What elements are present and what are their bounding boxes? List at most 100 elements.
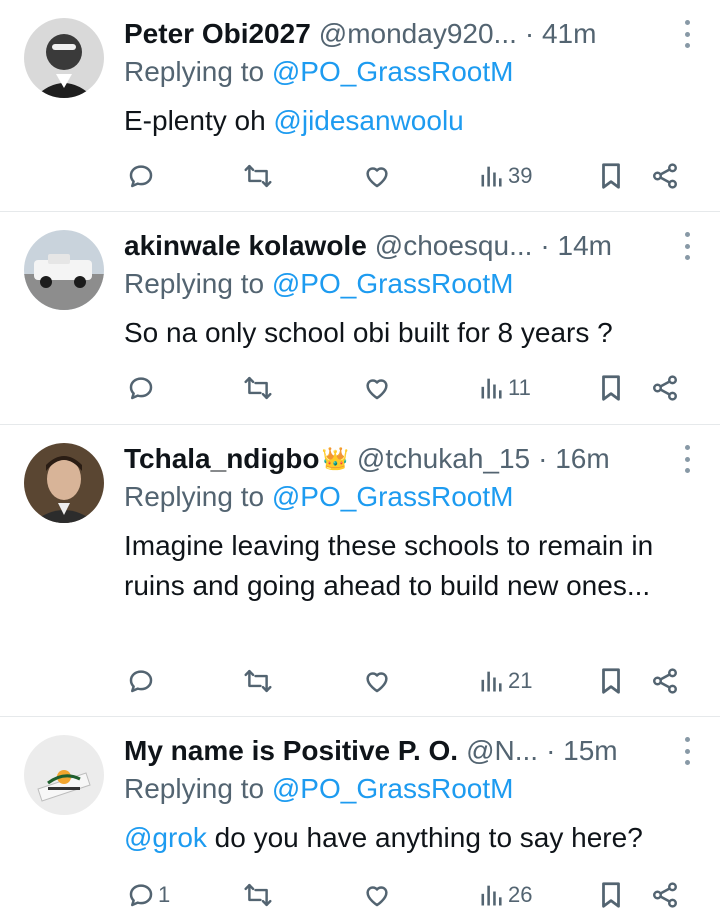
reply-icon [126,161,156,191]
retweet-button[interactable] [242,368,274,408]
views-icon [478,374,506,402]
author-name[interactable]: My name is Positive P. O. [124,735,458,767]
retweet-icon [242,666,274,696]
share-button[interactable] [650,368,680,408]
reply-icon [126,880,156,910]
bookmark-icon [598,880,624,910]
reply-text: Imagine leaving these schools to remain … [124,530,654,601]
action-bar: 39 [124,156,690,196]
replying-to: Replying to @PO_GrassRootM [124,268,513,300]
avatar[interactable] [24,230,104,310]
retweet-icon [242,161,274,191]
avatar[interactable] [24,443,104,523]
heart-icon [362,161,392,191]
share-icon [650,373,680,403]
more-icon[interactable] [680,445,694,473]
timestamp[interactable]: · 14m [540,230,612,262]
reply-item[interactable]: akinwale kolawole @choesqu... · 14m Repl… [0,212,720,425]
mention-link[interactable]: @grok [124,822,207,853]
reply-text-part: do you have anything to say here? [206,822,643,853]
author-handle[interactable]: @N... [466,735,538,767]
replying-prefix: Replying to [124,56,265,87]
author-handle[interactable]: @monday920... [319,18,517,50]
like-button[interactable] [362,661,392,701]
timestamp[interactable]: · 41m [525,18,597,50]
replying-to: Replying to @PO_GrassRootM [124,481,513,513]
views-icon [478,881,506,909]
reply-item[interactable]: My name is Positive P. O. @N... · 15m Re… [0,717,720,914]
reply-button[interactable]: 1 [126,875,170,915]
replying-to-link[interactable]: @PO_GrassRootM [272,56,514,87]
action-bar: 11 [124,368,690,408]
reply-text: @grok do you have anything to say here? [124,818,690,858]
views-count: 39 [508,163,533,188]
reply-text: E-plenty oh @jidesanwoolu [124,101,690,141]
replying-prefix: Replying to [124,268,265,299]
heart-icon [362,373,392,403]
retweet-button[interactable] [242,661,274,701]
author-name[interactable]: Peter Obi2027 [124,18,311,50]
replying-to: Replying to @PO_GrassRootM [124,56,513,88]
author-handle[interactable]: @tchukah_15 [357,443,530,475]
bookmark-icon [598,373,624,403]
author-handle[interactable]: @choesqu... [375,230,533,262]
reply-button[interactable] [126,368,156,408]
retweet-button[interactable] [242,156,274,196]
views-button[interactable]: 26 [478,875,532,915]
heart-icon [362,880,392,910]
share-icon [650,880,680,910]
replying-to-link[interactable]: @PO_GrassRootM [272,481,514,512]
bookmark-icon [598,161,624,191]
bookmark-button[interactable] [598,661,624,701]
share-button[interactable] [650,661,680,701]
replying-prefix: Replying to [124,481,265,512]
bookmark-icon [598,666,624,696]
retweet-icon [242,880,274,910]
more-icon[interactable] [680,737,694,765]
mention-link[interactable]: @jidesanwoolu [273,105,463,136]
bookmark-button[interactable] [598,368,624,408]
timestamp[interactable]: · 15m [546,735,618,767]
reply-text: So na only school obi built for 8 years … [124,317,613,348]
share-button[interactable] [650,156,680,196]
replying-prefix: Replying to [124,773,265,804]
views-button[interactable]: 39 [478,156,532,196]
action-bar: 1 26 [124,875,690,915]
author-name[interactable]: Tchala_ndigbo [124,443,320,475]
timestamp[interactable]: · 16m [538,443,610,475]
views-count: 26 [508,882,533,907]
retweet-icon [242,373,274,403]
like-button[interactable] [362,368,392,408]
crown-icon: 👑 [321,446,349,471]
action-bar: 21 [124,661,690,701]
retweet-button[interactable] [242,875,274,915]
like-button[interactable] [362,156,392,196]
avatar[interactable] [24,735,104,815]
share-icon [650,666,680,696]
views-count: 21 [508,668,533,693]
more-icon[interactable] [680,20,694,48]
reply-count: 1 [158,882,171,907]
views-button[interactable]: 11 [478,368,531,408]
more-icon[interactable] [680,232,694,260]
replying-to-link[interactable]: @PO_GrassRootM [272,268,514,299]
share-button[interactable] [650,875,680,915]
views-button[interactable]: 21 [478,661,532,701]
bookmark-button[interactable] [598,156,624,196]
share-icon [650,161,680,191]
author-name[interactable]: akinwale kolawole [124,230,367,262]
reply-button[interactable] [126,661,156,701]
replying-to-link[interactable]: @PO_GrassRootM [272,773,514,804]
avatar[interactable] [24,18,104,98]
reply-text-part: E-plenty oh [124,105,266,136]
views-icon [478,667,506,695]
reply-item[interactable]: Peter Obi2027 @monday920... · 41m Replyi… [0,0,720,212]
like-button[interactable] [362,875,392,915]
heart-icon [362,666,392,696]
views-icon [478,162,506,190]
replying-to: Replying to @PO_GrassRootM [124,773,513,805]
reply-button[interactable] [126,156,156,196]
bookmark-button[interactable] [598,875,624,915]
reply-icon [126,666,156,696]
reply-item[interactable]: Tchala_ndigbo 👑 @tchukah_15 · 16m Replyi… [0,425,720,717]
